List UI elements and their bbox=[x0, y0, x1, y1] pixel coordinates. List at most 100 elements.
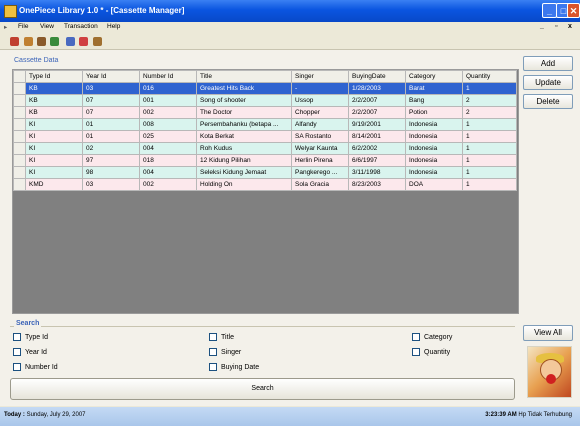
table-row[interactable]: KMD 03 002 Holding On Sola Gracia 8/23/2… bbox=[13, 178, 517, 191]
table-cell[interactable]: KB bbox=[25, 82, 83, 95]
table-cell[interactable]: Ussop bbox=[291, 94, 349, 107]
table-cell[interactable]: - bbox=[291, 82, 349, 95]
column-header[interactable]: Title bbox=[196, 70, 292, 83]
row-selector[interactable] bbox=[13, 166, 26, 179]
table-cell[interactable]: KI bbox=[25, 154, 83, 167]
table-cell[interactable]: 98 bbox=[82, 166, 140, 179]
column-header[interactable]: Number Id bbox=[139, 70, 197, 83]
search-option-category[interactable]: Category bbox=[412, 333, 452, 341]
search-option-title[interactable]: Title bbox=[209, 333, 234, 341]
search-option-singer[interactable]: Singer bbox=[209, 348, 241, 356]
table-cell[interactable]: 1 bbox=[462, 118, 517, 131]
table-cell[interactable]: 004 bbox=[139, 142, 197, 155]
table-row[interactable]: KI 02 004 Roh Kudus Welyar Kaunta 6/2/20… bbox=[13, 142, 517, 155]
table-cell[interactable]: 8/14/2001 bbox=[348, 130, 406, 143]
search-option-number-id[interactable]: Number Id bbox=[13, 363, 58, 371]
child-close-button[interactable]: x bbox=[568, 23, 572, 30]
table-cell[interactable]: 1 bbox=[462, 166, 517, 179]
table-cell[interactable]: 9/19/2001 bbox=[348, 118, 406, 131]
table-cell[interactable]: Pangkerego ... bbox=[291, 166, 349, 179]
table-cell[interactable]: 016 bbox=[139, 82, 197, 95]
child-restore-button[interactable]: ▫ bbox=[555, 23, 557, 30]
table-cell[interactable]: Indonesia bbox=[405, 166, 463, 179]
table-cell[interactable]: 001 bbox=[139, 94, 197, 107]
table-cell[interactable]: Chopper bbox=[291, 106, 349, 119]
column-header[interactable]: BuyingDate bbox=[348, 70, 406, 83]
checkbox[interactable] bbox=[13, 348, 21, 356]
table-cell[interactable]: KI bbox=[25, 130, 83, 143]
checkbox[interactable] bbox=[412, 348, 420, 356]
table-cell[interactable]: Bang bbox=[405, 94, 463, 107]
gift-icon[interactable] bbox=[79, 37, 88, 46]
checkbox[interactable] bbox=[209, 363, 217, 371]
table-cell[interactable]: Greatest Hits Back bbox=[196, 82, 292, 95]
table-cell[interactable]: 8/23/2003 bbox=[348, 178, 406, 191]
table-cell[interactable]: 03 bbox=[82, 178, 140, 191]
table-cell[interactable]: Herlin Pirena bbox=[291, 154, 349, 167]
table-cell[interactable]: KMD bbox=[25, 178, 83, 191]
table-cell[interactable]: KB bbox=[25, 94, 83, 107]
table-cell[interactable]: Persembahanku (betapa ... bbox=[196, 118, 292, 131]
checkbox[interactable] bbox=[412, 333, 420, 341]
table-cell[interactable]: 12 Kidung Pilihan bbox=[196, 154, 292, 167]
table-row[interactable]: KI 98 004 Seleksi Kidung Jemaat Pangkere… bbox=[13, 166, 517, 179]
table-cell[interactable]: 3/11/1998 bbox=[348, 166, 406, 179]
table-cell[interactable]: 97 bbox=[82, 154, 140, 167]
search-option-year-id[interactable]: Year Id bbox=[13, 348, 47, 356]
table-row[interactable]: KB 03 016 Greatest Hits Back - 1/28/2003… bbox=[13, 82, 517, 95]
flag-icon[interactable] bbox=[50, 37, 59, 46]
table-cell[interactable]: Indonesia bbox=[405, 142, 463, 155]
table-cell[interactable]: Indonesia bbox=[405, 130, 463, 143]
child-minimize-button[interactable]: _ bbox=[540, 23, 544, 30]
table-cell[interactable]: The Doctor bbox=[196, 106, 292, 119]
table-cell[interactable]: 025 bbox=[139, 130, 197, 143]
close-button[interactable]: ✕ bbox=[567, 3, 580, 18]
row-selector[interactable] bbox=[13, 94, 26, 107]
row-selector[interactable] bbox=[13, 130, 26, 143]
table-cell[interactable]: Song of shooter bbox=[196, 94, 292, 107]
row-selector[interactable] bbox=[13, 82, 26, 95]
table-cell[interactable]: Welyar Kaunta bbox=[291, 142, 349, 155]
row-selector[interactable] bbox=[13, 118, 26, 131]
table-cell[interactable]: Kota Berkat bbox=[196, 130, 292, 143]
add-button[interactable]: Add bbox=[523, 56, 573, 71]
tools-icon[interactable] bbox=[93, 37, 102, 46]
table-row[interactable]: KI 01 008 Persembahanku (betapa ... Alfa… bbox=[13, 118, 517, 131]
table-cell[interactable]: 01 bbox=[82, 118, 140, 131]
search-option-quantity[interactable]: Quantity bbox=[412, 348, 450, 356]
checkbox[interactable] bbox=[13, 363, 21, 371]
column-header[interactable]: Category bbox=[405, 70, 463, 83]
delete-button[interactable]: Delete bbox=[523, 94, 573, 109]
table-row[interactable]: KB 07 002 The Doctor Chopper 2/2/2007 Po… bbox=[13, 106, 517, 119]
column-header[interactable]: Year Id bbox=[82, 70, 140, 83]
view-all-button[interactable]: View All bbox=[523, 325, 573, 341]
table-cell[interactable]: 6/6/1997 bbox=[348, 154, 406, 167]
table-cell[interactable]: 018 bbox=[139, 154, 197, 167]
search-option-type-id[interactable]: Type Id bbox=[13, 333, 48, 341]
cassette-icon[interactable] bbox=[10, 37, 19, 46]
table-cell[interactable]: 002 bbox=[139, 178, 197, 191]
menu-transaction[interactable]: Transaction bbox=[64, 23, 98, 30]
table-cell[interactable]: Sola Gracia bbox=[291, 178, 349, 191]
table-cell[interactable]: 1/28/2003 bbox=[348, 82, 406, 95]
table-cell[interactable]: 2/2/2007 bbox=[348, 94, 406, 107]
table-cell[interactable]: KI bbox=[25, 166, 83, 179]
minimize-button[interactable]: _ bbox=[542, 3, 557, 18]
search-button[interactable]: Search bbox=[10, 378, 515, 400]
table-row[interactable]: KI 97 018 12 Kidung Pilihan Herlin Piren… bbox=[13, 154, 517, 167]
table-cell[interactable]: 2 bbox=[462, 106, 517, 119]
table-cell[interactable]: 07 bbox=[82, 106, 140, 119]
table-cell[interactable]: Indonesia bbox=[405, 154, 463, 167]
table-row[interactable]: KB 07 001 Song of shooter Ussop 2/2/2007… bbox=[13, 94, 517, 107]
table-cell[interactable]: KI bbox=[25, 118, 83, 131]
table-cell[interactable]: Potion bbox=[405, 106, 463, 119]
update-button[interactable]: Update bbox=[523, 75, 573, 90]
book-icon[interactable] bbox=[37, 37, 46, 46]
table-cell[interactable]: Barat bbox=[405, 82, 463, 95]
column-header[interactable]: Type Id bbox=[25, 70, 83, 83]
library-icon[interactable] bbox=[24, 37, 33, 46]
table-cell[interactable]: 6/2/2002 bbox=[348, 142, 406, 155]
table-cell[interactable]: Indonesia bbox=[405, 118, 463, 131]
table-cell[interactable]: 1 bbox=[462, 178, 517, 191]
checkbox[interactable] bbox=[13, 333, 21, 341]
